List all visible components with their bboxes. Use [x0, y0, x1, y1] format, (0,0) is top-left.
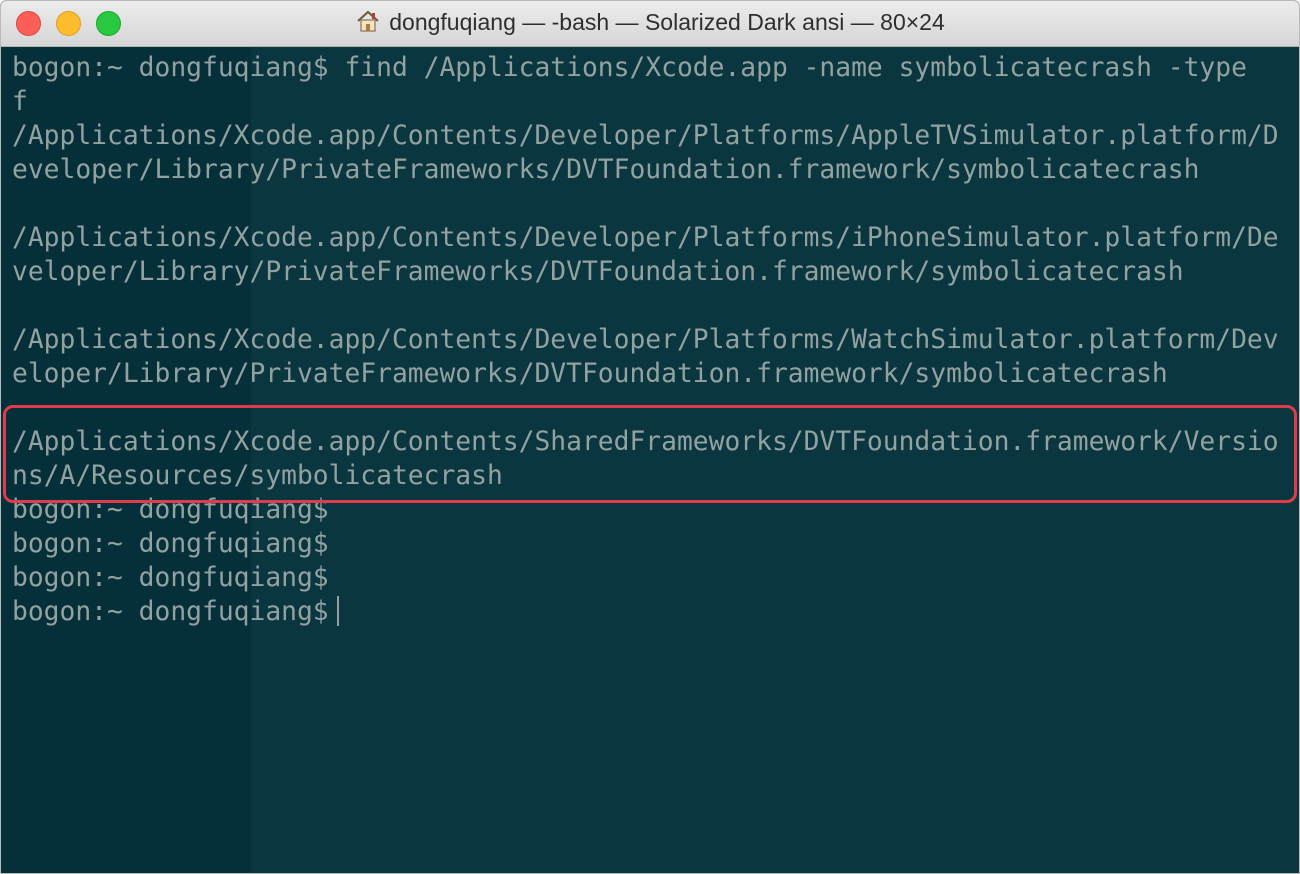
terminal-window: dongfuqiang — -bash — Solarized Dark ans… — [0, 0, 1300, 874]
terminal-active-prompt-line[interactable]: bogon:~ dongfuqiang$ — [12, 595, 339, 629]
terminal-prompt: bogon:~ dongfuqiang$ — [12, 597, 329, 627]
highlight-annotation — [3, 405, 1297, 503]
title-bar[interactable]: dongfuqiang — -bash — Solarized Dark ans… — [1, 1, 1299, 47]
text-cursor — [336, 596, 339, 626]
terminal-prompt-line: bogon:~ dongfuqiang$ — [12, 563, 329, 593]
terminal-line: eloper/Library/PrivateFrameworks/DVTFoun… — [12, 359, 1168, 389]
terminal-line: f — [12, 87, 28, 117]
window-title-text: dongfuqiang — -bash — Solarized Dark ans… — [389, 9, 945, 35]
terminal-line: bogon:~ dongfuqiang$ find /Applications/… — [12, 53, 1247, 83]
window-title: dongfuqiang — -bash — Solarized Dark ans… — [1, 9, 1299, 39]
terminal-line: /Applications/Xcode.app/Contents/Develop… — [12, 325, 1279, 355]
terminal-content[interactable]: bogon:~ dongfuqiang$ find /Applications/… — [1, 47, 1299, 873]
home-icon — [355, 9, 381, 39]
terminal-line: /Applications/Xcode.app/Contents/Develop… — [12, 121, 1279, 151]
terminal-line: /Applications/Xcode.app/Contents/Develop… — [12, 223, 1279, 253]
terminal-prompt-line: bogon:~ dongfuqiang$ — [12, 529, 329, 559]
terminal-line: veloper/Library/PrivateFrameworks/DVTFou… — [12, 257, 1184, 287]
terminal-line: eveloper/Library/PrivateFrameworks/DVTFo… — [12, 155, 1200, 185]
